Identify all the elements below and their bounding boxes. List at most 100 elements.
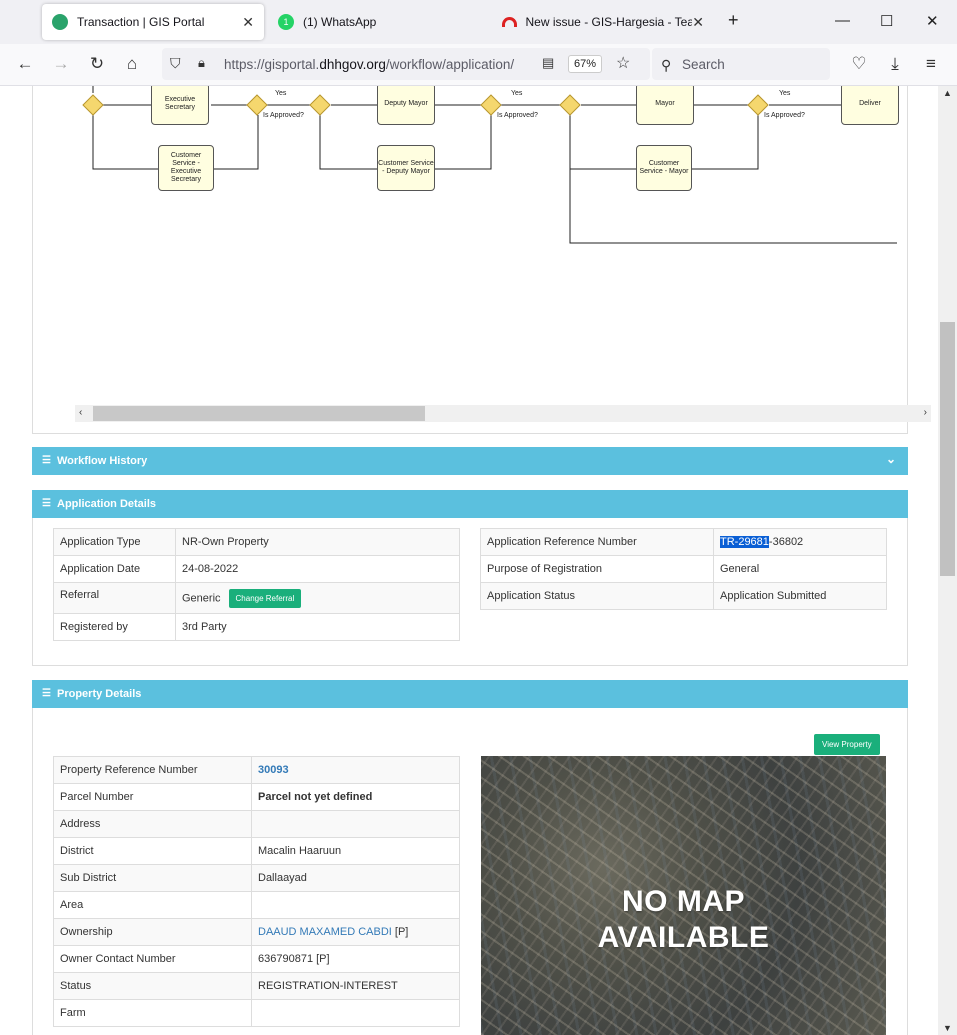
new-tab-icon[interactable]: + [728,10,739,31]
no-map-line-2: AVAILABLE [597,921,770,954]
page-vertical-scrollbar[interactable]: ▲ ▼ [938,86,957,1035]
lock-icon[interactable]: 🔒︎ [198,55,205,71]
value: REGISTRATION-INTEREST [251,972,460,1000]
panel-title: Workflow History [57,455,148,467]
search-placeholder: Search [682,57,725,72]
devops-icon [502,17,517,27]
property-details-table: Property Reference Number 30093 Parcel Nu… [53,756,460,1027]
value [251,999,460,1027]
panel-title: Application Details [57,498,157,510]
value: Macalin Haaruun [251,837,460,865]
gis-portal-favicon-icon [52,14,68,30]
shield-icon[interactable]: ⛉ [170,55,181,72]
reload-icon[interactable]: ↻ [86,54,108,74]
value: General [713,555,887,583]
page-content: Yes Is Approved? Yes Is Approved? Yes Is… [0,86,938,1035]
task-cs-deputy-mayor[interactable]: Customer Service - Deputy Mayor [377,145,435,191]
label: Registered by [53,613,176,641]
close-tab-icon[interactable]: ✕ [242,14,254,31]
tab-whatsapp[interactable]: 1 (1) WhatsApp [268,4,488,40]
label: Ownership [53,918,252,946]
value: 24-08-2022 [175,555,460,583]
forward-icon[interactable]: → [50,54,72,74]
yes-label: Yes [779,90,791,97]
scroll-down-icon[interactable]: ▼ [943,1023,952,1033]
search-box[interactable]: ⚲ Search [652,48,830,80]
minimize-icon[interactable]: — [835,12,850,29]
home-icon[interactable]: ⌂ [121,54,143,74]
value[interactable]: 30093 [251,756,460,784]
zoom-level[interactable]: 67% [568,55,603,73]
scrollbar-thumb[interactable] [93,406,425,421]
scrollbar-thumb[interactable] [940,322,955,576]
bookmark-star-icon[interactable]: ☆ [616,53,630,73]
url-path: /workflow/application/ [385,57,515,72]
change-referral-button[interactable]: Change Referral [228,588,302,608]
property-details-header: ☰ Property Details [32,680,908,708]
reference-suffix: -36802 [768,536,804,548]
reference-number-value: TR-29681-36802 [713,528,887,556]
label: Application Status [480,582,714,610]
approved-label: Is Approved? [263,112,304,119]
no-map-text: NO MAP AVAILABLE [481,884,886,956]
scroll-up-icon[interactable]: ▲ [943,88,952,98]
scroll-left-icon[interactable]: ‹ [79,407,82,418]
value: Parcel not yet defined [251,783,460,811]
tab-label: New issue - GIS-Hargesia - Team [525,15,705,29]
workflow-diagram: Yes Is Approved? Yes Is Approved? Yes Is… [82,86,897,244]
task-executive-secretary[interactable]: Executive Secretary [151,86,209,125]
view-property-button[interactable]: View Property [814,734,880,755]
chevron-down-icon[interactable]: ⌄ [886,452,896,466]
url-prefix: https://gisportal. [224,57,320,72]
back-icon[interactable]: ← [14,54,36,74]
url-bar[interactable]: ⛉ 🔒︎ https://gisportal.dhhgov.org/workfl… [162,48,650,80]
task-cs-executive-secretary[interactable]: Customer Service - Executive Secretary [158,145,214,191]
scroll-right-icon[interactable]: › [924,407,927,418]
workflow-history-header[interactable]: ☰ Workflow History ⌄ [32,447,908,475]
tab-gis-portal[interactable]: Transaction | GIS Portal ✕ [42,4,264,40]
no-map-line-1: NO MAP [622,885,745,918]
label: Application Date [53,555,176,583]
menu-icon[interactable]: ≡ [920,54,942,74]
label: District [53,837,252,865]
close-tab-icon[interactable]: ✕ [692,13,704,31]
tab-new-issue[interactable]: New issue - GIS-Hargesia - Team ✕ [492,4,714,40]
label: Owner Contact Number [53,945,252,973]
value: 636790871 [P] [251,945,460,973]
value: Dallaayad [251,864,460,892]
maximize-icon[interactable]: ☐ [880,12,893,30]
close-window-icon[interactable]: ✕ [926,12,939,30]
value: Generic [182,591,221,604]
list-icon: ☰ [42,498,51,509]
whatsapp-icon: 1 [278,14,294,30]
no-map-image: NO MAP AVAILABLE [481,756,886,1035]
yes-label: Yes [511,90,523,97]
label: Address [53,810,252,838]
value [251,810,460,838]
parcel-number-value: Parcel not yet defined [258,791,373,803]
task-deliver[interactable]: Deliver [841,86,899,125]
application-details-header: ☰ Application Details [32,490,908,518]
task-mayor[interactable]: Mayor [636,86,694,125]
navigation-bar: ← → ↻ ⌂ ⛉ 🔒︎ https://gisportal.dhhgov.or… [0,44,957,86]
reader-view-icon[interactable]: ▤ [542,55,554,71]
value: Application Submitted [713,582,887,610]
value: DAAUD MAXAMED CABDI [P] [251,918,460,946]
value: 3rd Party [175,613,460,641]
property-reference-link[interactable]: 30093 [258,764,289,776]
list-icon: ☰ [42,455,51,466]
label: Purpose of Registration [480,555,714,583]
value: NR-Own Property [175,528,460,556]
task-cs-mayor[interactable]: Customer Service - Mayor [636,145,692,191]
pocket-icon[interactable]: ♡ [848,54,870,74]
diagram-horizontal-scrollbar[interactable]: ‹ › [75,405,931,422]
application-details-left-table: Application Type NR-Own Property Applicat… [53,528,460,641]
panel-title: Property Details [57,688,142,700]
downloads-icon[interactable]: ⤓ [884,54,906,74]
task-deputy-mayor[interactable]: Deputy Mayor [377,86,435,125]
label: Application Type [53,528,176,556]
url-text[interactable]: https://gisportal.dhhgov.org/workflow/ap… [224,57,534,72]
value [251,891,460,919]
owner-link[interactable]: DAAUD MAXAMED CABDI [258,926,392,938]
workflow-diagram-panel: Yes Is Approved? Yes Is Approved? Yes Is… [32,86,931,434]
